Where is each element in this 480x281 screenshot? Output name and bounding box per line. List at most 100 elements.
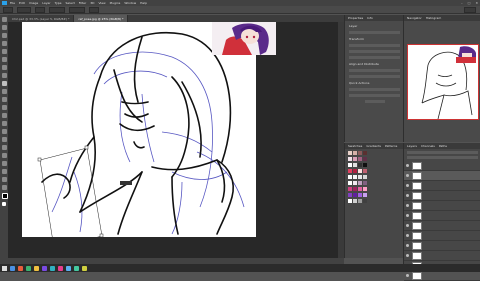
path-select-tool-icon[interactable]: [1, 153, 7, 158]
flow-field[interactable]: [69, 6, 85, 13]
swatch[interactable]: [363, 187, 367, 191]
taskbar-app-icon[interactable]: [18, 265, 23, 271]
taskbar-app-icon[interactable]: [66, 265, 71, 271]
swatch[interactable]: [353, 187, 357, 191]
layer-row[interactable]: [404, 251, 480, 261]
visibility-eye-icon[interactable]: [406, 214, 409, 217]
tab-swatches[interactable]: Swatches: [348, 144, 362, 148]
visibility-eye-icon[interactable]: [406, 164, 409, 167]
layer-row[interactable]: [404, 241, 480, 251]
swatch[interactable]: [353, 169, 357, 173]
tab-properties[interactable]: Properties: [348, 16, 363, 20]
document-tab-active[interactable]: ref_pose.jpg @ 25% (RGB/8) *: [74, 15, 129, 22]
taskbar-app-icon[interactable]: [50, 265, 55, 271]
swatch[interactable]: [358, 169, 362, 173]
start-menu-icon[interactable]: [2, 265, 7, 271]
navigator-thumbnail[interactable]: [407, 44, 479, 120]
crop-tool-icon[interactable]: [1, 49, 7, 54]
lasso-tool-icon[interactable]: [1, 33, 7, 38]
transform-xy-fields[interactable]: [349, 50, 400, 53]
swatch[interactable]: [348, 169, 352, 173]
hand-tool-icon[interactable]: [1, 169, 7, 174]
menu-filter[interactable]: Filter: [79, 1, 86, 5]
tab-layers[interactable]: Layers: [407, 144, 417, 148]
swatch[interactable]: [348, 151, 352, 155]
swatch[interactable]: [353, 181, 357, 185]
menu-help[interactable]: Help: [140, 1, 147, 5]
tab-channels[interactable]: Channels: [421, 144, 435, 148]
swatch[interactable]: [363, 169, 367, 173]
visibility-eye-icon[interactable]: [406, 254, 409, 257]
menu-file[interactable]: File: [10, 1, 15, 5]
tab-info[interactable]: Info: [367, 16, 373, 20]
menu-edit[interactable]: Edit: [19, 1, 25, 5]
blend-mode-opacity-bar[interactable]: [407, 156, 478, 159]
taskbar-app-icon[interactable]: [34, 265, 39, 271]
swatch[interactable]: [353, 193, 357, 197]
swatch[interactable]: [363, 151, 367, 155]
swatch[interactable]: [353, 175, 357, 179]
menu-view[interactable]: View: [98, 1, 105, 5]
swatch[interactable]: [363, 157, 367, 161]
swatch[interactable]: [348, 193, 352, 197]
marquee-tool-icon[interactable]: [1, 25, 7, 30]
transform-wh-fields[interactable]: [349, 44, 400, 47]
menu-select[interactable]: Select: [66, 1, 75, 5]
layer-row[interactable]: [404, 221, 480, 231]
canvas-area[interactable]: [8, 22, 344, 258]
distribute-buttons[interactable]: [349, 75, 400, 78]
swatch[interactable]: [348, 199, 352, 203]
swatch[interactable]: [348, 163, 352, 167]
tab-paths[interactable]: Paths: [439, 144, 447, 148]
swatch[interactable]: [358, 151, 362, 155]
smoothing-field[interactable]: [89, 6, 99, 13]
visibility-eye-icon[interactable]: [406, 184, 409, 187]
visibility-eye-icon[interactable]: [406, 204, 409, 207]
move-tool-icon[interactable]: [1, 17, 7, 22]
menu-window[interactable]: Window: [124, 1, 136, 5]
opacity-field[interactable]: [49, 6, 65, 13]
more-button[interactable]: [365, 100, 385, 103]
layer-row[interactable]: [404, 211, 480, 221]
blur-tool-icon[interactable]: [1, 121, 7, 126]
swatch[interactable]: [363, 199, 367, 203]
close-icon[interactable]: ✕: [475, 1, 478, 5]
reference-image[interactable]: [212, 22, 276, 55]
quick-action-button[interactable]: [349, 88, 400, 91]
eraser-tool-icon[interactable]: [1, 105, 7, 110]
swatch[interactable]: [353, 151, 357, 155]
photoshop-logo-icon[interactable]: [2, 1, 7, 5]
pen-tool-icon[interactable]: [1, 137, 7, 142]
visibility-eye-icon[interactable]: [406, 274, 409, 277]
tab-navigator[interactable]: Navigator: [407, 16, 422, 20]
quick-action-button[interactable]: [349, 94, 400, 97]
taskbar-app-icon[interactable]: [10, 265, 15, 271]
layer-filter-bar[interactable]: [407, 151, 478, 154]
tab-gradients[interactable]: Gradients: [366, 144, 381, 148]
swatch[interactable]: [358, 157, 362, 161]
gradient-tool-icon[interactable]: [1, 113, 7, 118]
layer-row[interactable]: [404, 171, 480, 181]
transform-angle-field[interactable]: [349, 56, 400, 59]
layer-row[interactable]: [404, 161, 480, 171]
layer-row[interactable]: [404, 191, 480, 201]
swatch[interactable]: [358, 199, 362, 203]
layer-row[interactable]: [404, 181, 480, 191]
taskbar-app-icon[interactable]: [58, 265, 63, 271]
shape-tool-icon[interactable]: [1, 161, 7, 166]
swatch[interactable]: [353, 157, 357, 161]
swatch[interactable]: [358, 187, 362, 191]
swatch[interactable]: [358, 175, 362, 179]
tab-patterns[interactable]: Patterns: [385, 144, 397, 148]
visibility-eye-icon[interactable]: [406, 194, 409, 197]
menu-image[interactable]: Image: [29, 1, 38, 5]
swatch[interactable]: [348, 175, 352, 179]
brush-tool-icon[interactable]: [1, 81, 7, 86]
visibility-eye-icon[interactable]: [406, 174, 409, 177]
swatch[interactable]: [358, 181, 362, 185]
eyedropper-tool-icon[interactable]: [1, 65, 7, 70]
foreground-color-swatch[interactable]: [1, 193, 8, 199]
swatch[interactable]: [363, 181, 367, 185]
swatch[interactable]: [348, 157, 352, 161]
menu-3d[interactable]: 3D: [90, 1, 94, 5]
